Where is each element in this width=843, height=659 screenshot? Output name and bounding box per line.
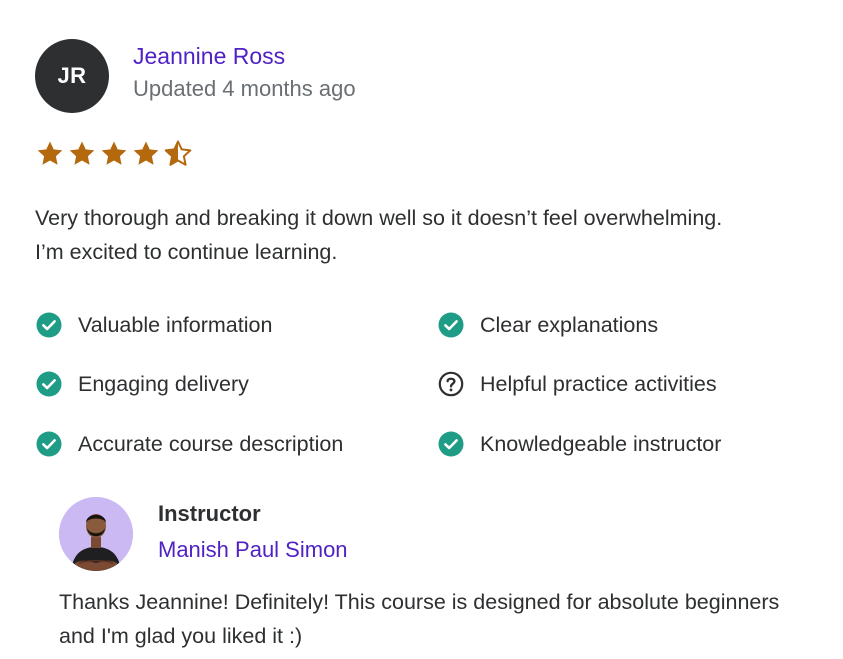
check-circle-icon	[35, 311, 63, 339]
review-tag: Engaging delivery	[35, 366, 249, 402]
check-circle-icon	[35, 370, 63, 398]
updated-timestamp: Updated 4 months ago	[133, 76, 356, 101]
check-circle-icon	[35, 430, 63, 458]
instructor-avatar	[59, 497, 133, 571]
instructor-role-label: Instructor	[158, 501, 261, 526]
star-rating	[35, 139, 193, 167]
avatar-initials: JR	[57, 63, 87, 88]
review-tag-label: Knowledgeable instructor	[480, 431, 722, 456]
reviewer-meta: Jeannine Ross Updated 4 months ago	[133, 40, 356, 106]
review-tag: Knowledgeable instructor	[437, 426, 721, 462]
review-tag: Clear explanations	[437, 307, 658, 343]
avatar: JR	[35, 39, 109, 113]
review-tag-label: Helpful practice activities	[480, 371, 717, 396]
check-circle-icon	[437, 430, 465, 458]
review-tag: Accurate course description	[35, 426, 343, 462]
instructor-response-header: Instructor Manish Paul Simon	[59, 497, 348, 571]
question-circle-icon	[437, 370, 465, 398]
star-half-icon	[163, 139, 193, 167]
star-full-icon	[35, 139, 65, 167]
review-tag-label: Engaging delivery	[78, 371, 249, 396]
star-full-icon	[99, 139, 129, 167]
review-tag-label: Clear explanations	[480, 312, 659, 337]
star-full-icon	[131, 139, 161, 167]
review-header: JR Jeannine Ross Updated 4 months ago	[35, 39, 356, 113]
instructor-photo-icon	[59, 497, 133, 571]
review-text: Very thorough and breaking it down well …	[35, 206, 723, 264]
review-tag: Helpful practice activities	[437, 366, 717, 402]
instructor-meta: Instructor Manish Paul Simon	[158, 497, 348, 569]
review-tag-label: Accurate course description	[78, 431, 344, 456]
check-circle-icon	[437, 311, 465, 339]
instructor-name-link[interactable]: Manish Paul Simon	[158, 531, 348, 569]
reviewer-name-link[interactable]: Jeannine Ross	[133, 40, 356, 72]
review-tag: Valuable information	[35, 307, 272, 343]
instructor-reply-text: Thanks Jeannine! Definitely! This course…	[59, 590, 780, 648]
star-full-icon	[67, 139, 97, 167]
review-tag-label: Valuable information	[78, 312, 273, 337]
review-card: JR Jeannine Ross Updated 4 months ago Ve…	[0, 0, 843, 659]
